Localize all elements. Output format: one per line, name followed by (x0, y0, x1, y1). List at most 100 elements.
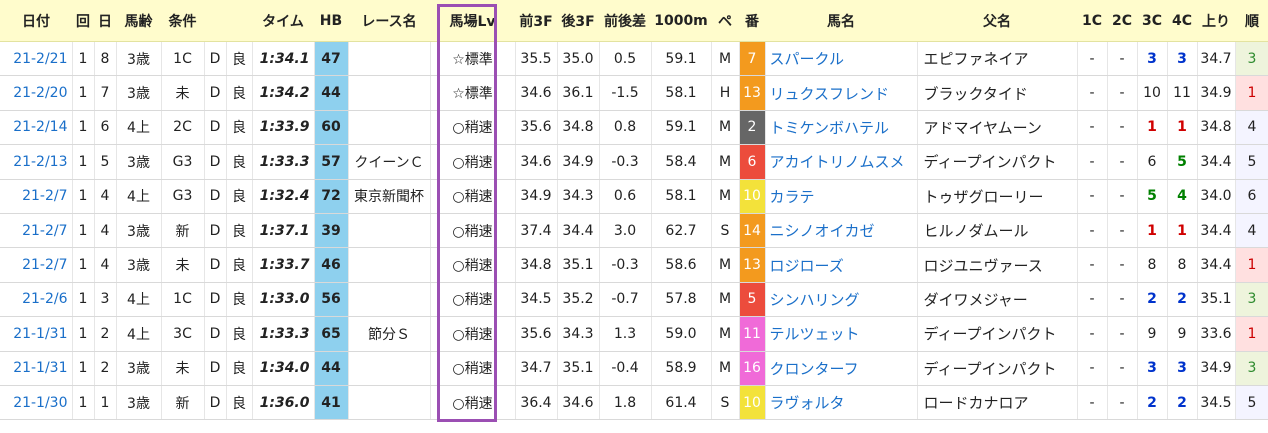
date-cell[interactable]: 21-2/7 (0, 179, 73, 214)
race-name-cell[interactable] (348, 75, 431, 111)
col-2c[interactable]: 2C (1107, 0, 1137, 42)
horse-name-link[interactable]: アカイトリノムスメ (765, 144, 918, 180)
pace-cell: S (711, 385, 740, 421)
col-hb[interactable]: HB (314, 0, 348, 42)
rank-cell: 3 (1235, 351, 1268, 386)
col-date[interactable]: 日付 (0, 0, 72, 42)
col-diff[interactable]: 前後差 (599, 0, 651, 42)
horse-name-link[interactable]: カラテ (765, 179, 918, 214)
table-row: 21-1/30 1 1 3歳新 D 良 1:36.0 41 ○稍速 36.4 34.6 1.8 61.4… (0, 385, 1268, 421)
col-race[interactable]: レース名 (348, 0, 430, 42)
col-agari[interactable]: 上り (1197, 0, 1235, 42)
corner1-cell: - (1077, 41, 1108, 77)
agari-cell: 34.4 (1197, 144, 1236, 180)
race-name-cell[interactable] (348, 247, 431, 283)
horse-number-cell: 11 (739, 316, 766, 352)
horse-name-link[interactable]: スパークル (765, 41, 918, 77)
rank-cell: 1 (1235, 316, 1268, 352)
kai-cell: 1 (72, 282, 95, 318)
date-cell[interactable]: 21-2/21 (0, 41, 73, 77)
cond-cell: 未 (161, 351, 205, 386)
track-level-cell: ○稍速 (430, 110, 516, 146)
agari-cell: 34.0 (1197, 179, 1236, 214)
kai-cell: 1 (72, 179, 95, 214)
col-pace[interactable]: ペ (711, 0, 739, 42)
col-rank[interactable]: 順 (1235, 0, 1268, 42)
race-name-cell[interactable] (348, 282, 431, 318)
time-cell: 1:36.0 (252, 385, 315, 421)
race-name-cell[interactable]: クイーンＣ (348, 144, 431, 180)
cond-cell: G3 (161, 179, 205, 214)
corner4-cell: 11 (1167, 75, 1198, 111)
age-cell: 3歳 (116, 247, 162, 283)
col-l3[interactable]: 後3F (557, 0, 599, 42)
date-cell[interactable]: 21-2/6 (0, 282, 73, 318)
col-1000m[interactable]: 1000m (651, 0, 711, 42)
track-level-cell: ○稍速 (430, 213, 516, 249)
col-1c[interactable]: 1C (1077, 0, 1107, 42)
horse-number-cell: 13 (739, 75, 766, 111)
col-cond[interactable]: 条件 (161, 0, 204, 42)
date-cell[interactable]: 21-2/14 (0, 110, 73, 146)
col-f3[interactable]: 前3F (515, 0, 557, 42)
surface-cell: D (204, 247, 227, 283)
horse-name-link[interactable]: クロンターフ (765, 351, 918, 386)
col-3c[interactable]: 3C (1137, 0, 1167, 42)
date-cell[interactable]: 21-2/7 (0, 247, 73, 283)
horse-name-link[interactable]: テルツェット (765, 316, 918, 352)
corner1-cell: - (1077, 385, 1108, 421)
hb-cell: 65 (314, 316, 349, 352)
age-cell: 3歳 (116, 75, 162, 111)
col-4c[interactable]: 4C (1167, 0, 1197, 42)
corner3-cell: 8 (1137, 247, 1168, 283)
race-name-cell[interactable] (348, 213, 431, 249)
date-cell[interactable]: 21-1/31 (0, 316, 73, 352)
horse-name-link[interactable]: ニシノオイカゼ (765, 213, 918, 249)
pace-cell: H (711, 75, 740, 111)
table-row: 21-2/13 1 5 3歳 G3 D 良 1:33.3 57 クイーンＣ ○稍速 34.6 34.9-… (0, 144, 1268, 180)
col-kai[interactable]: 回 (72, 0, 94, 42)
diff-cell: 0.6 (599, 179, 652, 214)
cond-cell: 1C (161, 41, 205, 77)
horse-name-link[interactable]: シンハリング (765, 282, 918, 318)
horse-name-link[interactable]: リュクスフレンド (765, 75, 918, 111)
pace-cell: M (711, 41, 740, 77)
race-name-cell[interactable] (348, 41, 431, 77)
first3f-cell: 34.5 (515, 282, 558, 318)
table-row: 21-2/20 1 7 3歳未 D 良 1:34.2 44 ☆標準 34.6 36.1 -1.5 58.… (0, 75, 1268, 111)
race-name-cell[interactable] (348, 110, 431, 146)
col-ban[interactable]: 番 (739, 0, 765, 42)
track-level-cell: ○稍速 (430, 179, 516, 214)
race-name-cell[interactable] (348, 385, 431, 421)
corner3-cell: 9 (1137, 316, 1168, 352)
date-cell[interactable]: 21-1/31 (0, 351, 73, 386)
diff-cell: 1.3 (599, 316, 652, 352)
horse-name-link[interactable]: トミケンボハテル (765, 110, 918, 146)
diff-cell: -1.5 (599, 75, 652, 111)
race-name-cell[interactable]: 東京新聞杯 (348, 179, 431, 214)
date-cell[interactable]: 21-2/20 (0, 75, 73, 111)
last3f-cell: 35.0 (557, 41, 600, 77)
col-name[interactable]: 馬名 (765, 0, 917, 42)
sire-name-cell: エピファネイア (917, 41, 1078, 77)
col-sire[interactable]: 父名 (917, 0, 1077, 42)
date-cell[interactable]: 21-1/30 (0, 385, 73, 421)
race-name-cell[interactable]: 節分Ｓ (348, 316, 431, 352)
date-cell[interactable]: 21-2/13 (0, 144, 73, 180)
horse-name-link[interactable]: ラヴォルタ (765, 385, 918, 421)
surface-cell: D (204, 41, 227, 77)
col-lv[interactable]: 馬場Lv (430, 0, 515, 42)
table-row: 21-1/31 1 2 3歳未 D 良 1:34.0 44 ○稍速 34.7 35.1 -0.4 58.… (0, 351, 1268, 386)
horse-name-link[interactable]: ロジローズ (765, 247, 918, 283)
date-cell[interactable]: 21-2/7 (0, 213, 73, 249)
corner2-cell: - (1107, 247, 1138, 283)
time-cell: 1:32.4 (252, 179, 315, 214)
horse-number-cell: 13 (739, 247, 766, 283)
col-age[interactable]: 馬齢 (116, 0, 161, 42)
pace-cell: M (711, 351, 740, 386)
col-time[interactable]: タイム (252, 0, 314, 42)
going-cell: 良 (226, 75, 253, 111)
first3f-cell: 35.6 (515, 316, 558, 352)
col-day[interactable]: 日 (94, 0, 116, 42)
race-name-cell[interactable] (348, 351, 431, 386)
